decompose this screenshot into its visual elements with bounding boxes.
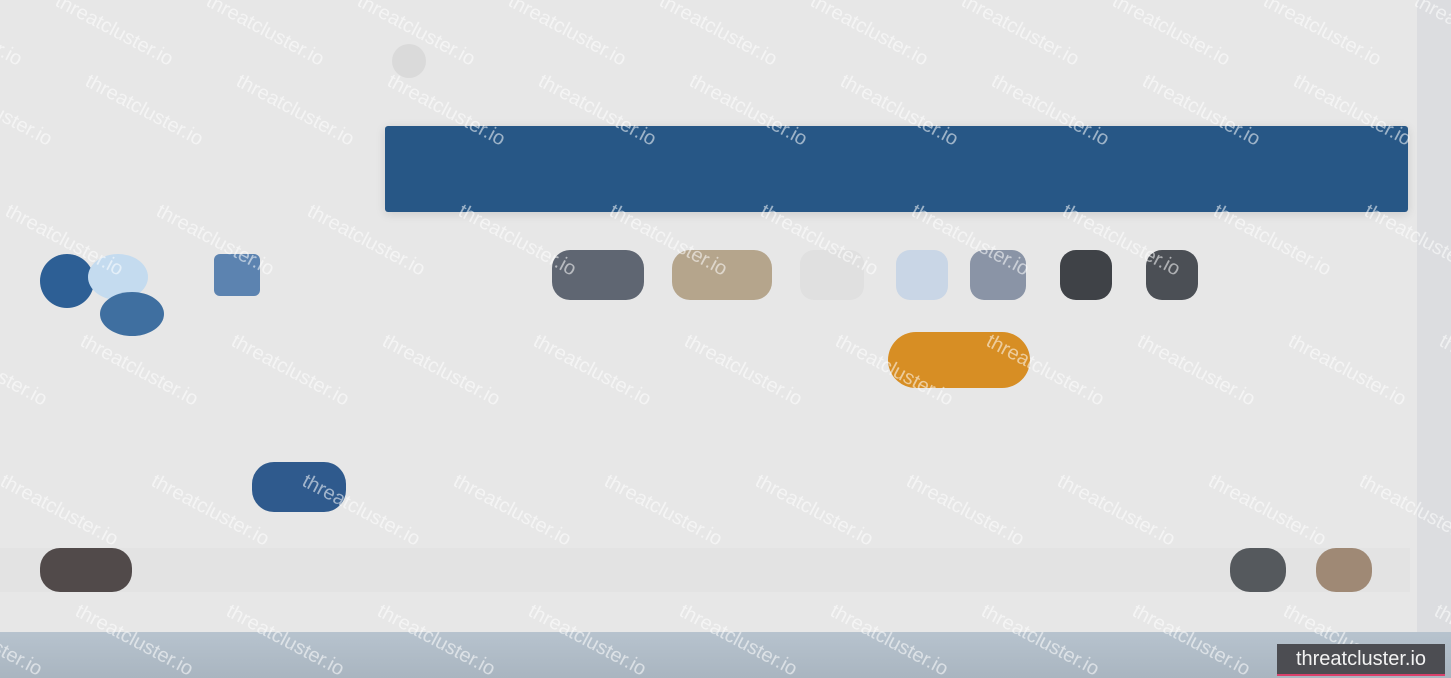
toolbar-button-1[interactable] (552, 250, 644, 300)
toolbar-button-2[interactable] (672, 250, 772, 300)
footer-row (0, 548, 1410, 592)
toolbar (0, 250, 1451, 306)
secondary-action-button[interactable] (252, 462, 346, 512)
toolbar-button-6[interactable] (1060, 250, 1112, 300)
toolbar-button-7[interactable] (1146, 250, 1198, 300)
bottom-bar (0, 632, 1451, 678)
toolbar-button-5[interactable] (970, 250, 1026, 300)
watermark-badge: threatcluster.io (1277, 644, 1445, 676)
toolbar-button-4[interactable] (896, 250, 948, 300)
scrollbar[interactable] (1417, 0, 1451, 632)
header-banner (385, 126, 1408, 212)
footer-icon-2[interactable] (1316, 548, 1372, 592)
footer-left-button[interactable] (40, 548, 132, 592)
page-background (0, 0, 1451, 678)
primary-action-button[interactable] (888, 332, 1030, 388)
corner-mark (392, 44, 426, 78)
toolbar-button-3[interactable] (800, 250, 864, 300)
footer-icon-1[interactable] (1230, 548, 1286, 592)
